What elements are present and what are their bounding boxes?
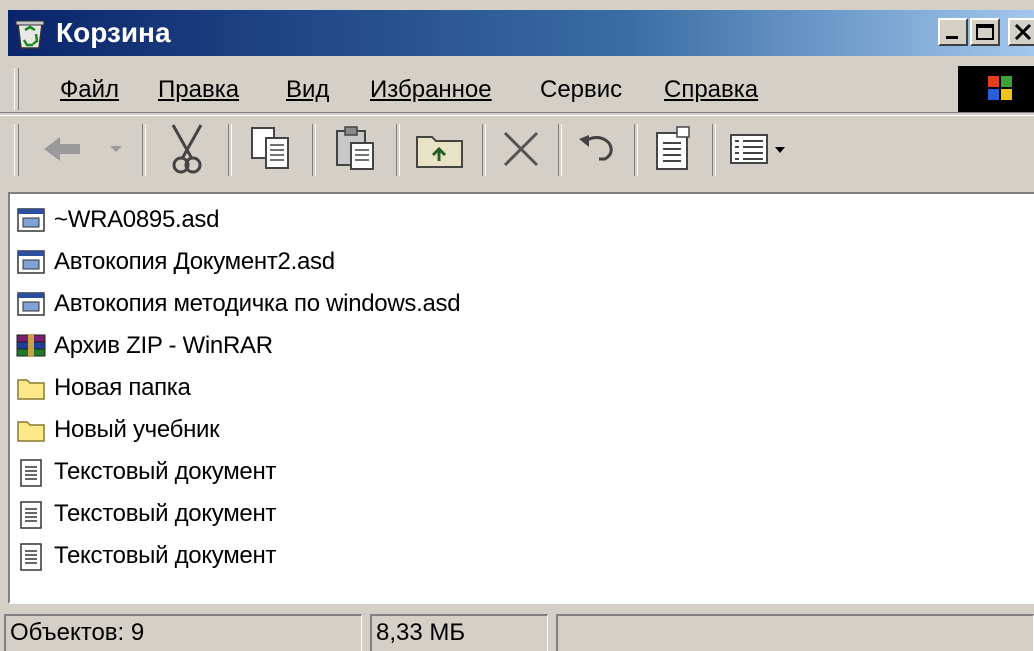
- file-item[interactable]: ~WRA0895.asd: [16, 200, 219, 240]
- delete-button[interactable]: [490, 120, 552, 178]
- toolbar-separator: [396, 124, 400, 176]
- menu-favorites[interactable]: Избранное: [370, 76, 492, 104]
- delete-icon: [503, 131, 539, 167]
- toolbar-separator: [312, 124, 316, 176]
- copy-icon: [251, 127, 289, 169]
- file-name: Новый учебник: [54, 416, 220, 443]
- title-bar[interactable]: Корзина: [8, 10, 1034, 56]
- file-item[interactable]: Автокопия методичка по windows.asd: [16, 284, 461, 324]
- status-extra: [556, 614, 1034, 651]
- folder-icon: [17, 421, 45, 442]
- toolbar-separator: [634, 124, 638, 176]
- file-name: Текстовый документ: [54, 458, 277, 485]
- paste-button[interactable]: [322, 120, 388, 178]
- file-item[interactable]: Текстовый документ: [16, 452, 276, 492]
- toolbar-separator: [558, 124, 562, 176]
- cut-button[interactable]: [154, 120, 220, 178]
- file-name: Новая папка: [54, 374, 191, 401]
- toolbar-separator: [482, 124, 486, 176]
- toolbar-separator: [228, 124, 232, 176]
- close-button[interactable]: [1008, 18, 1034, 46]
- recycle-bin-icon: [15, 20, 45, 49]
- file-item[interactable]: Автокопия Документ2.asd: [16, 242, 335, 282]
- back-arrow-icon: [44, 137, 122, 161]
- back-button[interactable]: [38, 120, 134, 178]
- text-document-icon: [20, 543, 42, 571]
- maximize-button[interactable]: [970, 18, 1000, 46]
- file-item[interactable]: Текстовый документ: [16, 536, 276, 576]
- up-folder-button[interactable]: [404, 120, 476, 178]
- toolbar-separator: [712, 124, 716, 176]
- status-size: 8,33 МБ: [370, 614, 548, 651]
- menu-edit[interactable]: Правка: [158, 76, 239, 104]
- asd-file-icon: [17, 250, 45, 274]
- menu-file[interactable]: Файл: [60, 76, 119, 104]
- winrar-archive-icon: [16, 334, 46, 357]
- undo-button[interactable]: [566, 120, 628, 178]
- menu-tools[interactable]: Сервис: [540, 76, 622, 104]
- menu-bar: Файл Правка Вид Избранное Сервис Справка: [8, 64, 1034, 114]
- properties-button[interactable]: [642, 120, 704, 178]
- menu-help[interactable]: Справка: [664, 76, 758, 104]
- asd-file-icon: [17, 292, 45, 316]
- status-object-count: Объектов: 9: [4, 614, 362, 651]
- close-icon: [1014, 23, 1032, 41]
- paste-icon: [336, 126, 374, 170]
- minimize-button[interactable]: [938, 18, 968, 46]
- folder-icon: [17, 379, 45, 400]
- file-item[interactable]: Архив ZIP - WinRAR: [16, 326, 273, 366]
- toolbar-grip[interactable]: [14, 124, 19, 176]
- minimize-icon: [946, 36, 958, 39]
- maximize-icon: [976, 24, 994, 40]
- windows-logo: [958, 66, 1034, 112]
- cut-icon: [171, 124, 203, 174]
- file-item[interactable]: Новый учебник: [16, 410, 220, 450]
- asd-file-icon: [17, 208, 45, 232]
- file-name: Текстовый документ: [54, 542, 277, 569]
- text-document-icon: [20, 501, 42, 529]
- views-icon: [730, 134, 785, 164]
- windows-flag-icon: [988, 76, 1012, 100]
- views-button[interactable]: [720, 120, 802, 178]
- undo-icon: [579, 135, 613, 161]
- status-bar: Объектов: 9 8,33 МБ: [0, 608, 1034, 651]
- text-document-icon: [20, 459, 42, 487]
- properties-icon: [656, 126, 690, 170]
- menu-grip[interactable]: [14, 68, 19, 110]
- file-name: ~WRA0895.asd: [54, 206, 220, 233]
- menu-view[interactable]: Вид: [286, 76, 329, 104]
- window-title: Корзина: [56, 17, 171, 48]
- file-name: Текстовый документ: [54, 500, 277, 527]
- copy-button[interactable]: [238, 120, 304, 178]
- toolbar: [8, 116, 1034, 186]
- file-item[interactable]: Текстовый документ: [16, 494, 276, 534]
- file-name: Автокопия методичка по windows.asd: [54, 290, 461, 317]
- toolbar-separator: [142, 124, 146, 176]
- file-list[interactable]: ~WRA0895.asd Автокопия Документ2.asd Авт…: [8, 192, 1034, 604]
- file-name: Архив ZIP - WinRAR: [54, 332, 273, 359]
- up-folder-icon: [416, 136, 463, 168]
- file-item[interactable]: Новая папка: [16, 368, 191, 408]
- file-name: Автокопия Документ2.asd: [54, 248, 335, 275]
